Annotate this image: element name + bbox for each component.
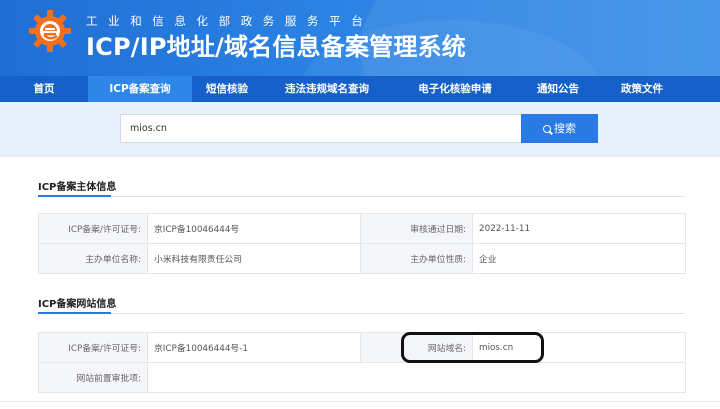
nav-item-policy-docs[interactable]: 政策文件	[598, 76, 686, 102]
search-button[interactable]: 搜索	[521, 114, 598, 143]
section-title-subject-info: ICP备案主体信息	[38, 182, 117, 193]
nav-item-icp-query[interactable]: ICP备案查询	[88, 76, 192, 102]
subject-info-table: ICP备案/许可证号: 京ICP备10046444号 审核通过日期: 2022-…	[38, 213, 686, 274]
value-sponsor-name: 小米科技有限责任公司	[147, 243, 361, 274]
domain-highlight-annotation	[401, 332, 544, 363]
nav-item-home[interactable]: 首页	[0, 76, 88, 102]
system-title: ICP/IP地址/域名信息备案管理系统	[86, 33, 466, 61]
table-row: 主办单位名称: 小米科技有限责任公司 主办单位性质: 企业	[38, 243, 686, 274]
label-sponsor-type: 主办单位性质:	[360, 243, 473, 274]
nav-item-illegal-domain-query[interactable]: 违法违规域名查询	[262, 76, 392, 102]
label-pre-approval: 网站前置审批项:	[38, 362, 148, 393]
section-title-underline	[38, 195, 111, 197]
miit-gear-logo-icon[interactable]	[28, 9, 72, 53]
value-pre-approval	[147, 362, 686, 393]
table-row: ICP备案/许可证号: 京ICP备10046444号-1 网站域名: mios.…	[38, 332, 686, 363]
search-icon	[543, 125, 551, 133]
section-title-website-info: ICP备案网站信息	[38, 299, 117, 310]
nav-item-e-verify-apply[interactable]: 电子化核验申请	[392, 76, 518, 102]
value-icp-license: 京ICP备10046444号	[147, 213, 361, 244]
site-header: 工业和信息化部政务服务平台 ICP/IP地址/域名信息备案管理系统	[0, 0, 720, 76]
nav-item-sms-verify[interactable]: 短信核验	[192, 76, 262, 102]
search-button-label: 搜索	[554, 122, 576, 135]
search-input[interactable]: mios.cn	[120, 114, 522, 143]
value-sponsor-type: 企业	[472, 243, 686, 274]
main-nav: 首页 ICP备案查询 短信核验 违法违规域名查询 电子化核验申请 通知公告 政策…	[0, 76, 720, 102]
section-divider	[38, 196, 685, 197]
value-website-icp-license: 京ICP备10046444号-1	[147, 332, 361, 363]
table-row: 网站前置审批项:	[38, 362, 686, 393]
label-sponsor-name: 主办单位名称:	[38, 243, 148, 274]
label-approval-date: 审核通过日期:	[360, 213, 473, 244]
search-band: mios.cn 搜索	[0, 102, 720, 157]
section-divider	[38, 313, 685, 314]
label-icp-license: ICP备案/许可证号:	[38, 213, 148, 244]
value-approval-date: 2022-11-11	[472, 213, 686, 244]
section-title-underline	[38, 312, 111, 314]
label-website-icp-license: ICP备案/许可证号:	[38, 332, 148, 363]
footer-divider	[0, 401, 720, 402]
website-info-table: ICP备案/许可证号: 京ICP备10046444号-1 网站域名: mios.…	[38, 332, 686, 393]
nav-item-notices[interactable]: 通知公告	[518, 76, 598, 102]
table-row: ICP备案/许可证号: 京ICP备10046444号 审核通过日期: 2022-…	[38, 213, 686, 244]
